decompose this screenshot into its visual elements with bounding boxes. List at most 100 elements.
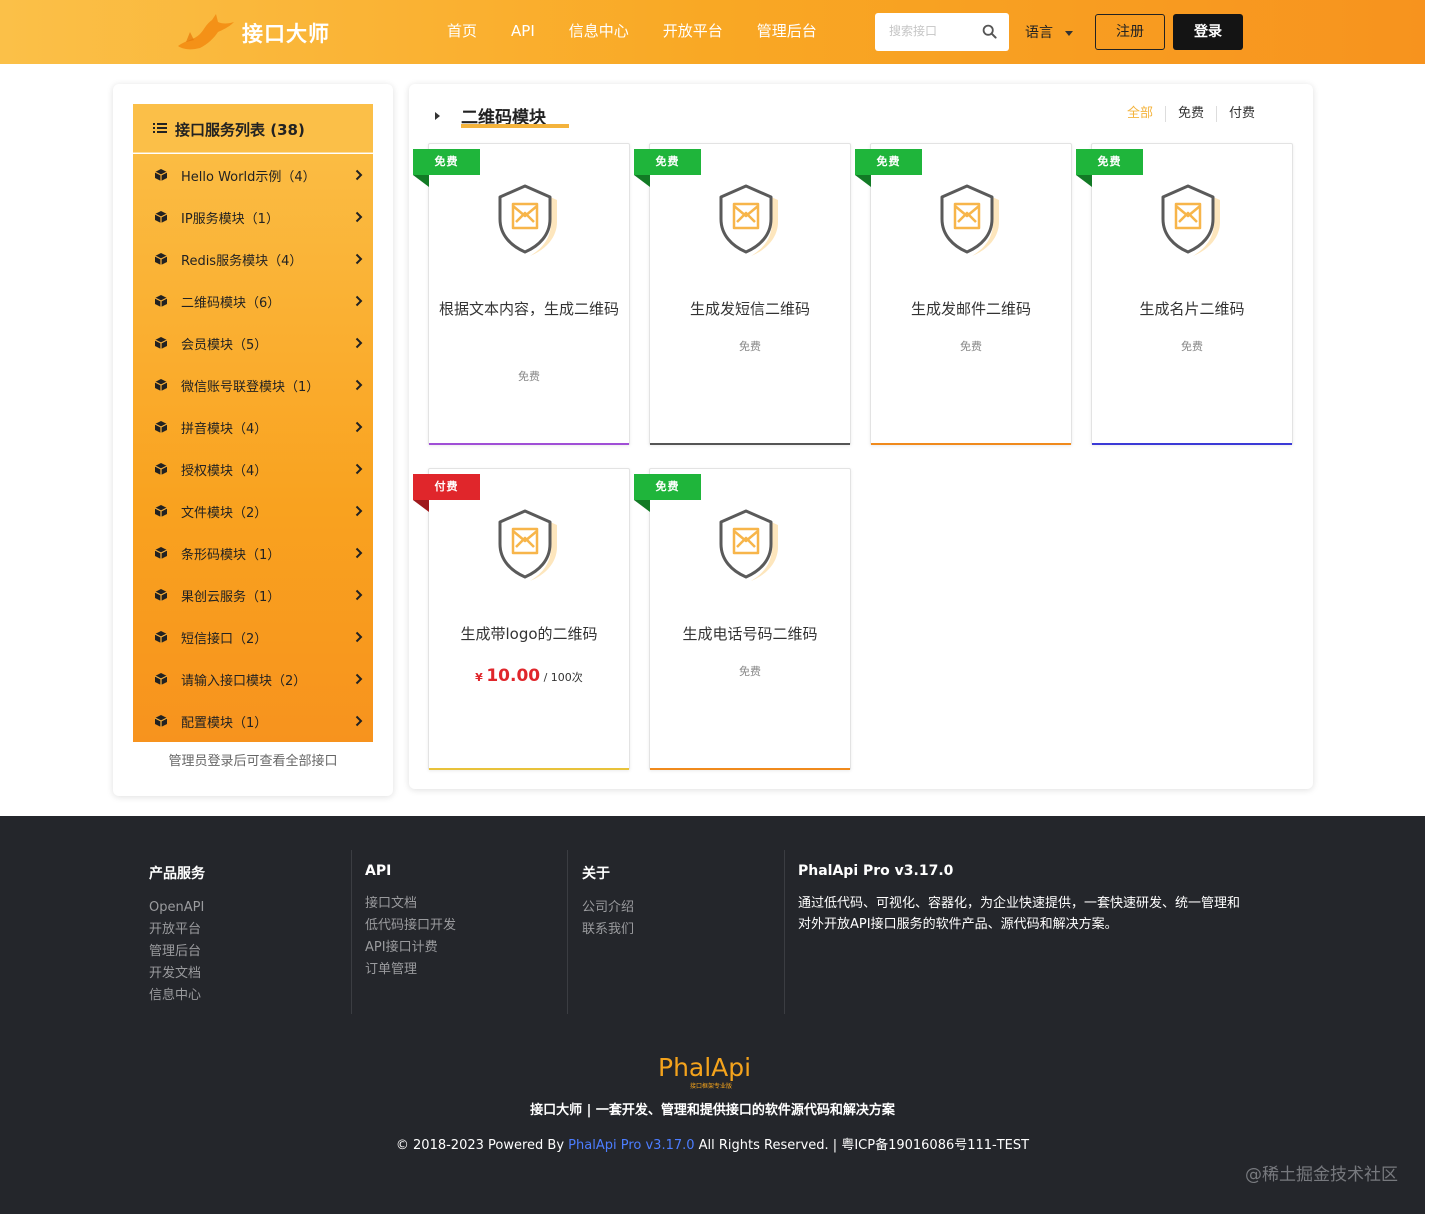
- price-currency: ¥: [475, 671, 483, 684]
- cube-icon: [154, 463, 168, 475]
- api-card[interactable]: 付费 生成带logo的二维码 ¥ 10.00 / 100次: [413, 468, 630, 770]
- footer-tagline: 接口大师 | 一套开发、管理和提供接口的软件源代码和解决方案: [530, 1103, 895, 1118]
- shield-icon: [498, 509, 557, 581]
- cube-icon: [154, 505, 168, 517]
- list-icon: [153, 123, 167, 133]
- badge-fold: [634, 175, 650, 187]
- api-card[interactable]: 免费 根据文本内容，生成二维码 免费: [413, 143, 630, 445]
- price-filter: 全部 免费 付费: [1115, 106, 1267, 122]
- brand-title[interactable]: 接口大师: [242, 18, 330, 48]
- sidebar-item[interactable]: 请输入接口模块（2）: [133, 658, 373, 700]
- sidebar-title: 接口服务列表 (38): [175, 121, 305, 139]
- footer-col-title: PhalApi Pro v3.17.0: [798, 863, 954, 879]
- cube-icon: [154, 631, 168, 643]
- card-title: 生成电话号码二维码: [682, 625, 818, 643]
- sidebar-item-label: IP服务模块（1）: [181, 212, 279, 227]
- api-card[interactable]: 免费 生成名片二维码 免费: [1076, 143, 1293, 445]
- sidebar-item-label: 短信接口（2）: [181, 632, 268, 647]
- shield-icon: [719, 509, 778, 581]
- filter-paid[interactable]: 付费: [1215, 106, 1267, 122]
- footer-link-openapi[interactable]: OpenAPI: [149, 897, 351, 919]
- shield-icon: [719, 184, 778, 256]
- card-title: 生成发邮件二维码: [910, 300, 1031, 318]
- search-input[interactable]: [875, 13, 975, 49]
- footer-link-info-center[interactable]: 信息中心: [149, 985, 351, 1007]
- sidebar-item-label: 果创云服务（1）: [181, 590, 281, 605]
- price-unit: / 100次: [543, 671, 583, 684]
- footer-link-company[interactable]: 公司介绍: [582, 897, 784, 919]
- footer-link-billing[interactable]: API接口计费: [365, 937, 567, 959]
- sidebar-item-label: 微信账号联登模块（1）: [181, 380, 320, 395]
- sidebar-item[interactable]: 拼音模块（4）: [133, 406, 373, 448]
- sidebar-item[interactable]: 微信账号联登模块（1）: [133, 364, 373, 406]
- api-card[interactable]: 免费 生成电话号码二维码 免费: [634, 468, 851, 770]
- card-accent-line: [429, 443, 629, 445]
- chevron-right-icon: [355, 253, 363, 265]
- sidebar-item[interactable]: 配置模块（1）: [133, 700, 373, 742]
- sidebar-item-label: 拼音模块（4）: [181, 422, 268, 437]
- footer-link-open-platform[interactable]: 开放平台: [149, 919, 351, 941]
- price-type-badge: 免费: [634, 149, 701, 175]
- api-card[interactable]: 免费 生成发邮件二维码 免费: [855, 143, 1072, 445]
- price-type-badge: 免费: [413, 149, 480, 175]
- price-value: 10.00: [486, 666, 541, 686]
- sidebar-item[interactable]: IP服务模块（1）: [133, 196, 373, 238]
- copyright-line: © 2018-2023 Powered By PhalApi Pro v3.17…: [0, 1134, 1425, 1153]
- card-price: 免费: [739, 665, 761, 678]
- sidebar-item-label: 配置模块（1）: [181, 716, 268, 731]
- sidebar-item[interactable]: 文件模块（2）: [133, 490, 373, 532]
- footer-col-title: 产品服务: [149, 866, 205, 882]
- chevron-right-icon: [355, 505, 363, 517]
- badge-fold: [413, 175, 429, 187]
- footer-link-orders[interactable]: 订单管理: [365, 959, 567, 981]
- shield-icon: [940, 184, 999, 256]
- sidebar-item[interactable]: 短信接口（2）: [133, 616, 373, 658]
- shield-icon: [1161, 184, 1220, 256]
- price-type-badge: 免费: [634, 474, 701, 500]
- footer-link-contact[interactable]: 联系我们: [582, 919, 784, 941]
- title-underline: [461, 124, 569, 128]
- logo-icon[interactable]: [172, 10, 236, 54]
- sidebar-item[interactable]: Hello World示例（4）: [133, 154, 373, 196]
- footer-link-dev-docs[interactable]: 开发文档: [149, 963, 351, 985]
- phalapi-link[interactable]: PhalApi Pro v3.17.0: [568, 1138, 694, 1153]
- main-nav: 首页 API 信息中心 开放平台 管理后台: [430, 0, 834, 64]
- login-button[interactable]: 登录: [1173, 14, 1243, 50]
- search-box: [875, 13, 1009, 51]
- card-price: 免费: [960, 340, 982, 353]
- price-type-badge: 免费: [1076, 149, 1143, 175]
- chevron-right-icon: [355, 715, 363, 727]
- register-button[interactable]: 注册: [1095, 14, 1165, 50]
- sidebar-item-label: Hello World示例（4）: [181, 170, 316, 185]
- nav-home[interactable]: 首页: [430, 0, 494, 64]
- badge-fold: [413, 500, 429, 512]
- sidebar-item[interactable]: 二维码模块（6）: [133, 280, 373, 322]
- sidebar-item[interactable]: 条形码模块（1）: [133, 532, 373, 574]
- footer-link-lowcode[interactable]: 低代码接口开发: [365, 915, 567, 937]
- sidebar-item[interactable]: 授权模块（4）: [133, 448, 373, 490]
- filter-all[interactable]: 全部: [1115, 106, 1165, 122]
- nav-open-platform[interactable]: 开放平台: [646, 0, 740, 64]
- chevron-right-icon: [355, 295, 363, 307]
- footer-link-api-docs[interactable]: 接口文档: [365, 893, 567, 915]
- chevron-right-icon: [355, 589, 363, 601]
- api-card[interactable]: 免费 生成发短信二维码 免费: [634, 143, 851, 445]
- cube-icon: [154, 673, 168, 685]
- card-price: ¥ 10.00 / 100次: [429, 666, 629, 686]
- nav-info-center[interactable]: 信息中心: [552, 0, 646, 64]
- sidebar-item[interactable]: 会员模块（5）: [133, 322, 373, 364]
- chevron-right-icon: [355, 463, 363, 475]
- nav-admin[interactable]: 管理后台: [740, 0, 834, 64]
- nav-api[interactable]: API: [494, 0, 552, 64]
- cube-icon: [154, 379, 168, 391]
- filter-free[interactable]: 免费: [1164, 106, 1216, 122]
- cube-icon: [154, 211, 168, 223]
- footer-description-line: 对外开放API接口服务的软件产品、源代码和解决方案。: [798, 917, 1118, 932]
- sidebar-item[interactable]: 果创云服务（1）: [133, 574, 373, 616]
- card-accent-line: [650, 443, 850, 445]
- card-accent-line: [650, 768, 850, 770]
- sidebar-item[interactable]: Redis服务模块（4）: [133, 238, 373, 280]
- search-icon[interactable]: [982, 24, 997, 39]
- footer-link-admin[interactable]: 管理后台: [149, 941, 351, 963]
- language-dropdown[interactable]: 语言: [1025, 22, 1073, 42]
